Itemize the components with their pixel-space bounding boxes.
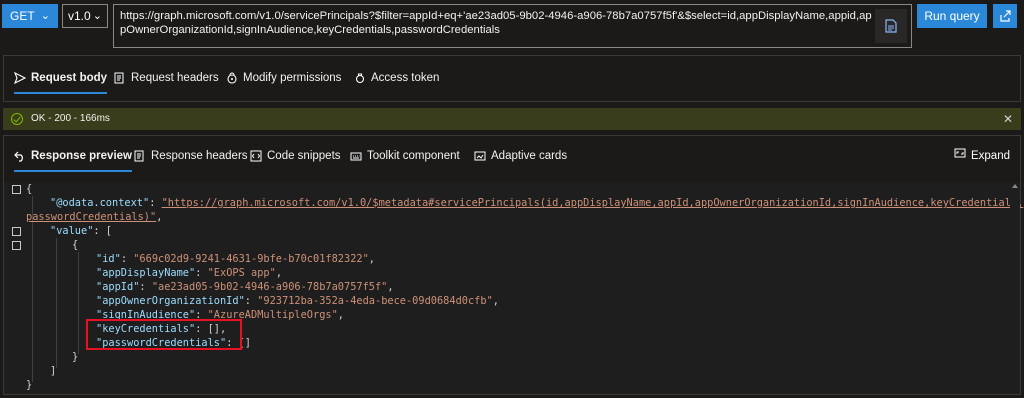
status-bar: OK - 200 - 166ms ✕ bbox=[3, 108, 1021, 130]
json-field: "id": "669c02d9-9241-4631-9bfe-b70c01f82… bbox=[96, 253, 375, 265]
tab-response-preview[interactable]: Response preview bbox=[14, 146, 132, 172]
tab-label: Response preview bbox=[31, 150, 132, 162]
lock-icon bbox=[226, 72, 238, 84]
tab-label: Request headers bbox=[131, 72, 219, 84]
tab-label: Access token bbox=[371, 72, 440, 84]
json-line-odata: "@odata.context": "https://graph.microso… bbox=[50, 197, 1024, 209]
http-method-dropdown[interactable]: GET ⌄ bbox=[2, 4, 58, 28]
key-icon bbox=[354, 72, 366, 84]
headers-icon bbox=[114, 72, 126, 84]
indent-guide bbox=[78, 252, 79, 354]
card-icon bbox=[474, 150, 486, 162]
json-field: "appDisplayName": "ExOPS app", bbox=[96, 267, 283, 279]
share-button[interactable] bbox=[993, 4, 1017, 28]
expand-button[interactable]: Expand bbox=[954, 146, 1010, 166]
query-url-text[interactable]: https://graph.microsoft.com/v1.0/service… bbox=[120, 9, 872, 37]
tab-toolkit-component[interactable]: Toolkit component bbox=[350, 146, 460, 166]
json-open-brace: { bbox=[26, 183, 33, 195]
expand-icon bbox=[954, 146, 966, 166]
tab-label: Modify permissions bbox=[243, 72, 342, 84]
status-text: OK - 200 - 166ms bbox=[31, 113, 110, 124]
query-bar: GET ⌄ v1.0 ⌄ https://graph.microsoft.com… bbox=[0, 0, 1024, 52]
response-panel: Response preview Response headers Code s… bbox=[3, 135, 1024, 395]
fold-toggle[interactable] bbox=[12, 241, 21, 250]
version-dropdown[interactable]: v1.0 ⌄ bbox=[62, 4, 108, 28]
json-field: "appOwnerOrganizationId": "923712ba-352a… bbox=[96, 295, 499, 307]
tab-adaptive-cards[interactable]: Adaptive cards bbox=[474, 146, 567, 166]
indent-guide bbox=[56, 238, 57, 368]
json-field: "appId": "ae23ad05-9b02-4946-a906-78b7a0… bbox=[96, 281, 394, 293]
tab-code-snippets[interactable]: Code snippets bbox=[250, 146, 341, 166]
tab-access-token[interactable]: Access token bbox=[354, 68, 439, 88]
fold-toggle[interactable] bbox=[12, 185, 21, 194]
close-icon[interactable]: ✕ bbox=[1003, 108, 1013, 130]
json-close-brace: } bbox=[26, 379, 33, 391]
tab-response-headers[interactable]: Response headers bbox=[134, 146, 248, 166]
http-method-label: GET bbox=[10, 9, 35, 23]
document-icon[interactable] bbox=[875, 9, 907, 43]
json-line-odata-cont: passwordCredentials)", bbox=[26, 211, 163, 223]
tab-label: Toolkit component bbox=[367, 150, 460, 162]
expand-label: Expand bbox=[970, 150, 1010, 162]
send-icon bbox=[14, 72, 26, 84]
tab-request-body[interactable]: Request body bbox=[14, 68, 108, 94]
toolkit-icon bbox=[350, 150, 362, 162]
fold-toggle[interactable] bbox=[12, 227, 21, 236]
json-line-value: "value": [ bbox=[50, 225, 113, 237]
version-label: v1.0 bbox=[68, 9, 91, 23]
tab-label: Request body bbox=[31, 72, 108, 84]
json-object-open: { bbox=[72, 239, 79, 251]
chevron-down-icon: ⌄ bbox=[40, 10, 50, 22]
request-tabs: Request body Request headers Modify perm… bbox=[3, 55, 1021, 102]
tab-request-headers[interactable]: Request headers bbox=[114, 68, 219, 88]
tab-modify-permissions[interactable]: Modify permissions bbox=[226, 68, 341, 88]
vertical-scrollbar[interactable] bbox=[1010, 182, 1020, 394]
tab-label: Response headers bbox=[151, 150, 248, 162]
highlight-box bbox=[86, 319, 242, 350]
return-icon bbox=[14, 150, 26, 162]
headers-icon bbox=[134, 150, 146, 162]
run-query-button[interactable]: Run query bbox=[917, 4, 987, 28]
tab-label: Code snippets bbox=[267, 150, 341, 162]
tab-label: Adaptive cards bbox=[491, 150, 568, 162]
code-icon bbox=[250, 150, 262, 162]
json-array-close: ] bbox=[50, 365, 57, 377]
json-response-viewer[interactable]: { "@odata.context": "https://graph.micro… bbox=[4, 182, 1024, 394]
check-circle-icon bbox=[11, 113, 23, 125]
response-tabs: Response preview Response headers Code s… bbox=[4, 136, 1020, 180]
share-icon bbox=[1000, 10, 1011, 22]
chevron-down-icon: ⌄ bbox=[92, 10, 102, 22]
scroll-up-icon[interactable] bbox=[1012, 184, 1018, 188]
json-object-close: } bbox=[72, 351, 79, 363]
query-url-input[interactable]: https://graph.microsoft.com/v1.0/service… bbox=[113, 4, 912, 48]
